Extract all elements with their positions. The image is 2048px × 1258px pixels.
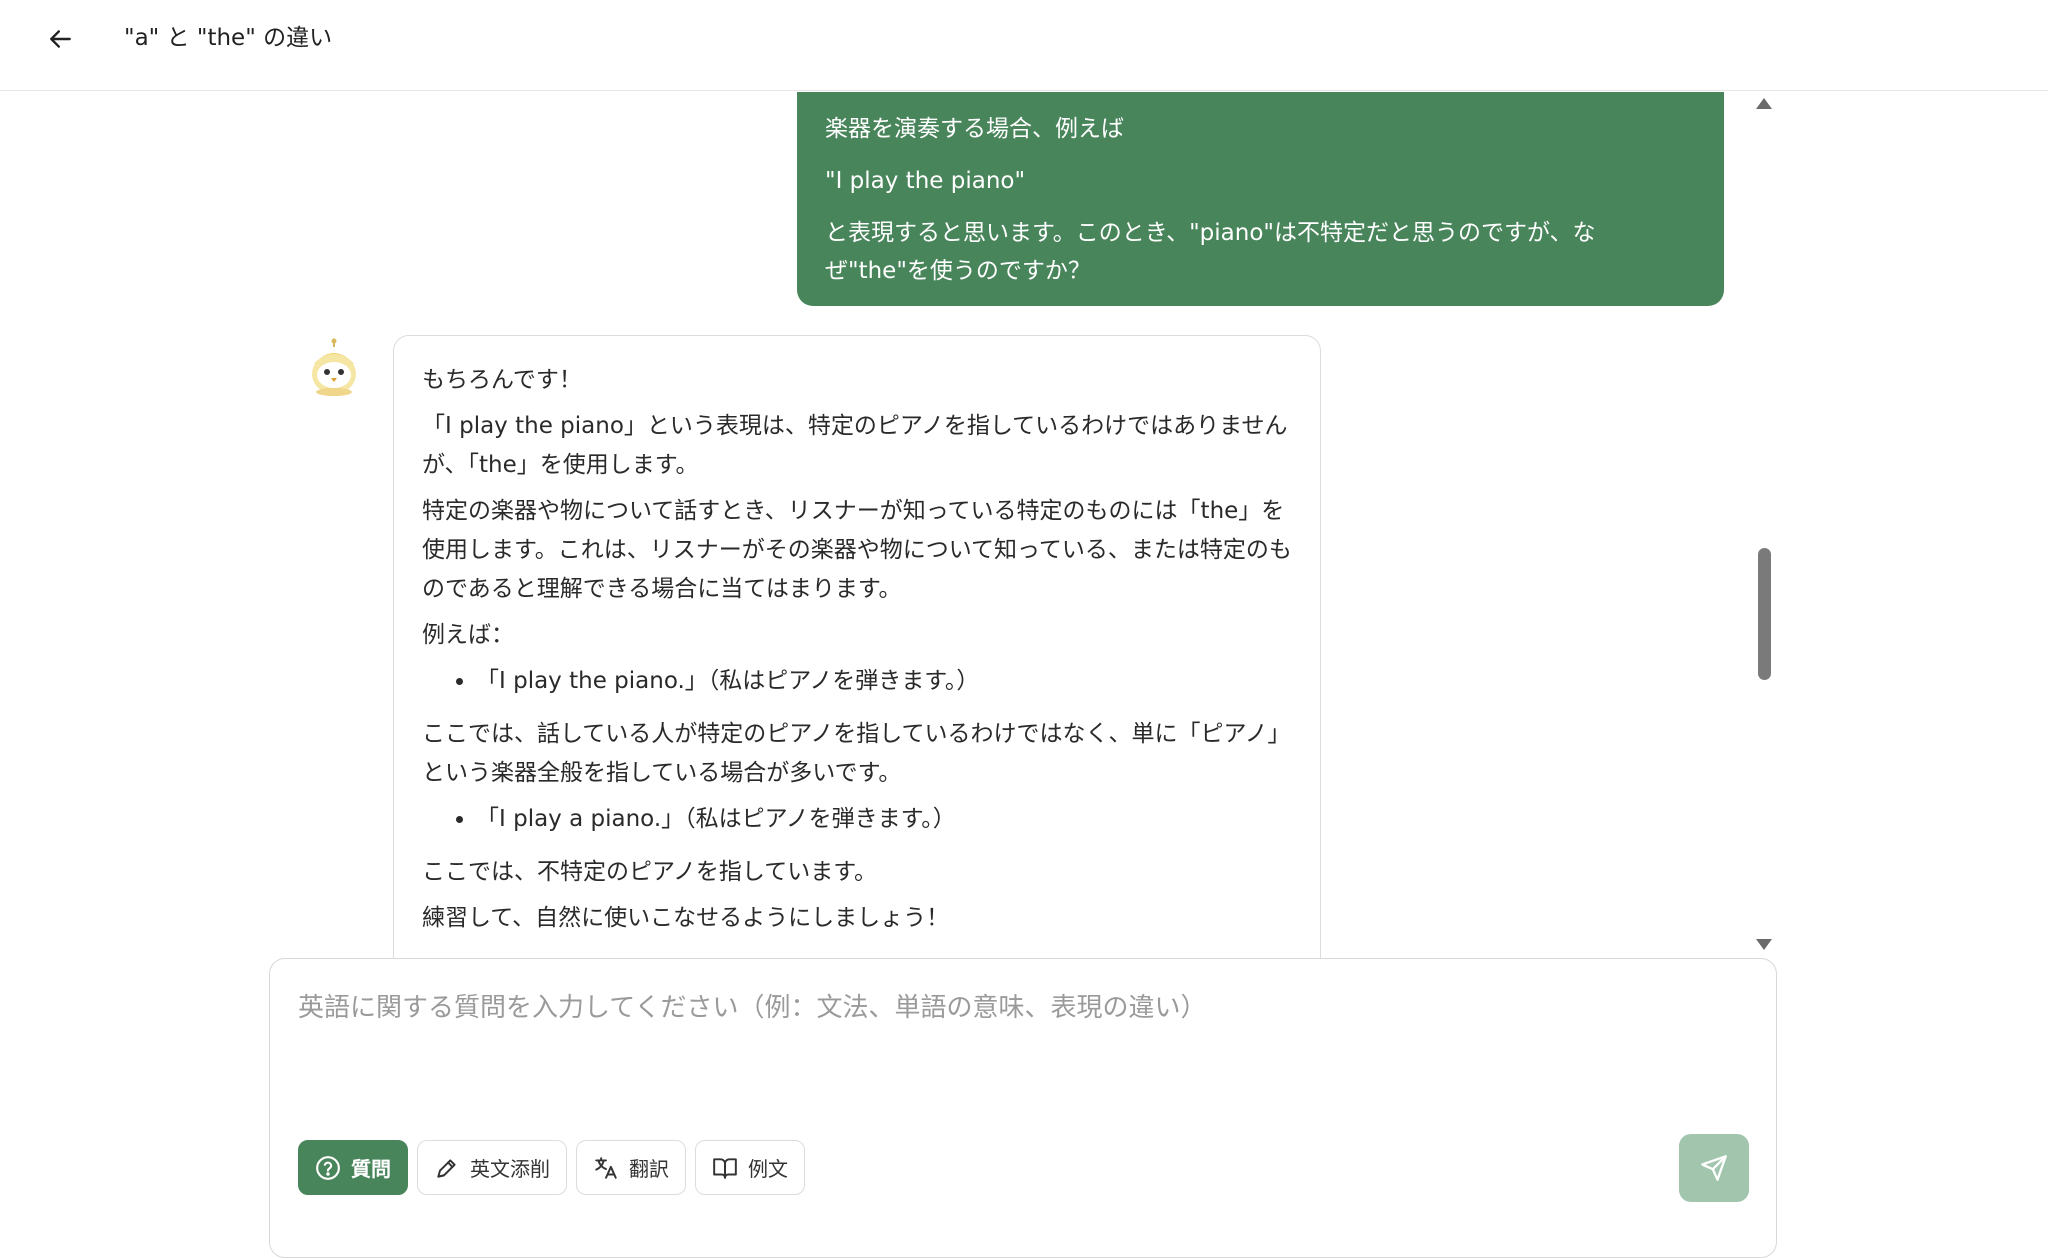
example-item: 「I play a piano.」（私はピアノを弾きます。） [476,800,1292,839]
book-open-icon [713,1157,737,1179]
example-list: 「I play a piano.」（私はピアノを弾きます。） [422,800,1292,839]
mode-selector: 質問 英文添削 翻訳 例文 [298,1140,805,1195]
assistant-paragraph: ここでは、不特定のピアノを指しています。 [422,859,877,885]
question-input[interactable] [298,987,1738,1107]
assistant-message-bubble: もちろんです！ 「I play the piano」という表現は、特定のピアノを… [393,335,1321,958]
send-icon [1701,1155,1727,1181]
mode-examples-label: 例文 [748,1157,788,1181]
app-header: "a" と "the" の違い [0,0,2048,91]
user-message-line: 楽器を演奏する場合、例えば [825,116,1124,142]
assistant-intro: もちろんです！ [422,367,582,393]
arrow-left-icon [50,30,71,48]
scroll-up-arrow-icon[interactable] [1756,98,1772,109]
back-button[interactable] [44,22,78,56]
scrollbar-thumb[interactable] [1758,548,1771,680]
assistant-avatar [308,338,360,396]
assistant-paragraph: 特定の楽器や物について話すとき、リスナーが知っている特定のものには「the」を使… [422,498,1292,602]
example-item: 「I play the piano.」（私はピアノを弾きます。） [476,662,1292,701]
pen-edit-icon [437,1158,456,1178]
user-message-line: "I play the piano" [825,168,1026,194]
user-message-line: と表現すると思います。このとき、"piano"は不特定だと思うのですが、なぜ"t… [825,220,1596,284]
assistant-paragraph: ここでは、話している人が特定のピアノを指しているわけではなく、単に「ピアノ」とい… [422,721,1291,786]
question-circle-icon [316,1155,340,1180]
mode-correction-label: 英文添削 [470,1157,550,1181]
chat-thread[interactable]: 楽器を演奏する場合、例えば "I play the piano" と表現すると思… [0,92,2048,958]
assistant-closing: 練習して、自然に使いこなせるようにしましょう！ [422,905,950,931]
user-message-bubble: 楽器を演奏する場合、例えば "I play the piano" と表現すると思… [797,92,1724,306]
scroll-down-arrow-icon[interactable] [1756,939,1772,950]
mode-question-button[interactable]: 質問 [298,1140,408,1195]
owl-mascot-icon [312,338,356,396]
mode-question-label: 質問 [351,1157,391,1181]
chat-scrollbar[interactable] [1752,92,1776,958]
mode-translate-button[interactable]: 翻訳 [576,1140,686,1195]
page-title: "a" と "the" の違い [124,25,333,51]
mode-examples-button[interactable]: 例文 [695,1140,805,1195]
assistant-paragraph: 「I play the piano」という表現は、特定のピアノを指しているわけで… [422,413,1288,478]
translate-icon [595,1156,617,1179]
mode-translate-label: 翻訳 [629,1157,669,1181]
send-button[interactable] [1679,1134,1749,1202]
mode-correction-button[interactable]: 英文添削 [417,1140,567,1195]
example-list: 「I play the piano.」（私はピアノを弾きます。） [422,662,1292,701]
example-label: 例えば： [422,622,514,648]
message-composer: 質問 英文添削 翻訳 例文 [269,958,1777,1258]
